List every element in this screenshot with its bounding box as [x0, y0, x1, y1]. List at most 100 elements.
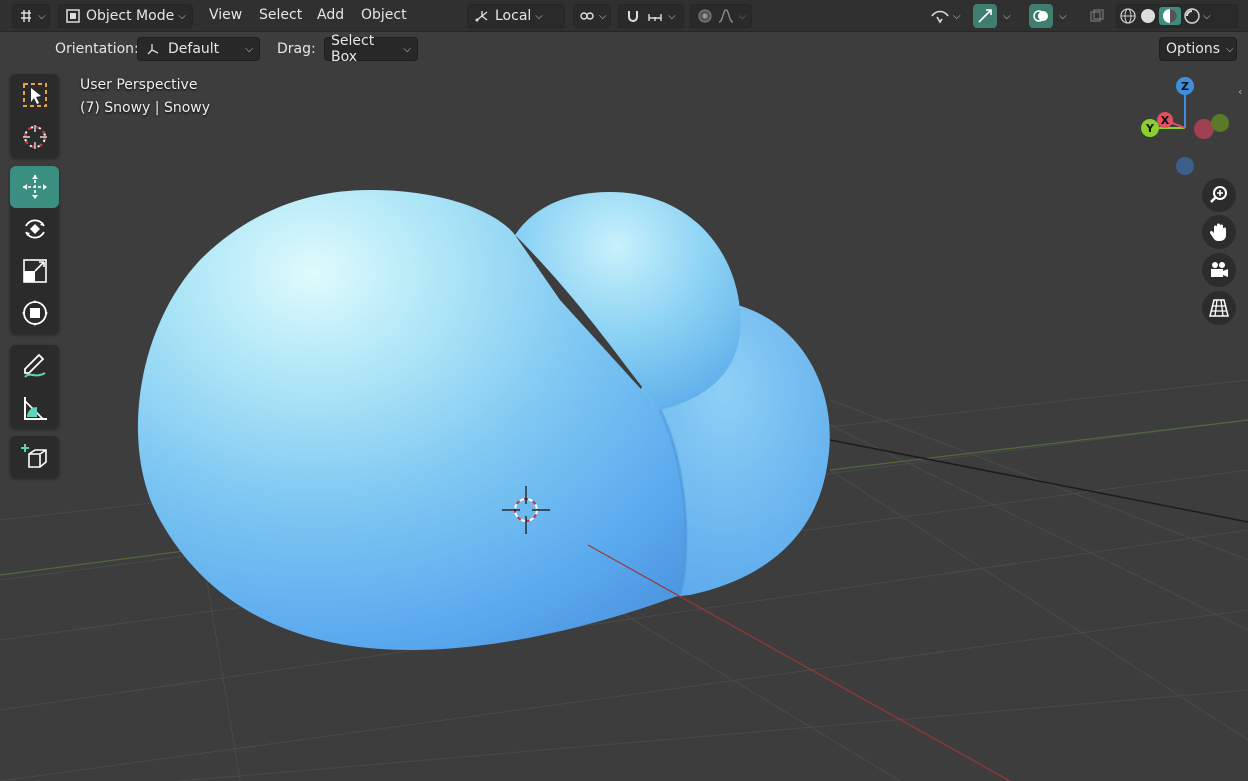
tool-add-cube[interactable]	[10, 436, 59, 478]
magnet-icon[interactable]	[624, 7, 642, 25]
tool-scale[interactable]	[10, 250, 59, 292]
solid-shading-icon[interactable]	[1139, 7, 1157, 25]
transform-icon	[21, 300, 48, 326]
pivot-icon	[579, 7, 595, 25]
toolbox-add-group	[10, 436, 59, 478]
zoom-button[interactable]	[1202, 178, 1236, 212]
chevron-down-icon: ⌵	[599, 10, 607, 22]
toolbox-select-group	[10, 74, 59, 158]
drag-value: Select Box	[331, 33, 375, 65]
transform-orientation-dropdown[interactable]: Local ⌵	[467, 4, 565, 28]
tool-select-box[interactable]	[10, 74, 59, 116]
menu-view[interactable]: View	[209, 7, 242, 23]
shading-mode-group[interactable]: ⌵	[1116, 4, 1238, 28]
orientation-dropdown[interactable]: Default ⌵	[137, 37, 260, 61]
mode-selector[interactable]: Object Mode ⌵	[58, 4, 193, 28]
gizmo-z-label: Z	[1181, 80, 1189, 93]
gizmo-neg-x[interactable]	[1194, 119, 1214, 139]
chevron-down-icon: ⌵	[38, 10, 46, 22]
selectability-visibility-icon	[931, 7, 949, 25]
sidebar-toggle-icon[interactable]: ‹	[1238, 85, 1242, 98]
gizmo-neg-y[interactable]	[1211, 114, 1229, 132]
xray-toggle[interactable]	[1084, 4, 1110, 28]
options-label: Options	[1166, 41, 1221, 57]
viewport-scene[interactable]: Z X Y	[0, 0, 1248, 781]
chevron-down-icon: ⌵	[953, 10, 961, 22]
falloff-curve-icon[interactable]	[717, 7, 734, 25]
grid-dark-line	[829, 439, 1248, 523]
options-dropdown[interactable]: Options ⌵	[1159, 37, 1237, 61]
chevron-down-icon: ⌵	[738, 10, 746, 22]
perspective-toggle-button[interactable]	[1202, 291, 1236, 325]
rendered-shading-icon[interactable]	[1183, 7, 1201, 25]
menu-add[interactable]: Add	[317, 7, 344, 23]
default-orientation-icon	[144, 40, 162, 58]
tool-measure[interactable]	[10, 387, 59, 429]
move-icon	[22, 175, 47, 199]
measure-icon	[23, 397, 47, 420]
annotate-icon	[23, 353, 46, 378]
drag-label: Drag:	[277, 41, 316, 57]
drag-dropdown[interactable]: Select Box ⌵	[324, 33, 418, 65]
3d-viewport[interactable]: Z X Y User Perspective (7) Snowy | Snowy	[0, 0, 1248, 781]
chevron-down-icon: ⌵	[1203, 10, 1211, 22]
chevron-down-icon: ⌵	[1003, 10, 1011, 22]
toolbox-transform-group	[10, 166, 59, 334]
chevron-down-icon: ⌵	[403, 43, 411, 55]
cursor-tool-icon	[22, 125, 47, 149]
snapping-group[interactable]: ⌵	[618, 4, 684, 28]
xray-icon	[1089, 7, 1105, 25]
chevron-down-icon: ⌵	[668, 10, 676, 22]
toolbox-annotate-group	[10, 345, 59, 429]
gizmo-dropdown[interactable]: ⌵	[998, 4, 1020, 28]
overlays-icon	[1033, 7, 1049, 25]
gizmo-icon	[977, 7, 993, 25]
wireframe-shading-icon[interactable]	[1119, 7, 1137, 25]
view-name-label: User Perspective	[80, 77, 198, 93]
gizmo-x-label: X	[1161, 114, 1170, 127]
y-axis-line-right	[829, 419, 1248, 471]
overlays-dropdown[interactable]: ⌵	[1054, 4, 1076, 28]
gizmo-y-label: Y	[1145, 122, 1155, 135]
camera-view-button[interactable]	[1202, 253, 1236, 287]
gizmo-toggle[interactable]	[973, 4, 997, 28]
editor-type-button[interactable]: ⌵	[12, 4, 50, 28]
editor-type-3d-viewport-icon	[18, 7, 34, 25]
gizmo-neg-z[interactable]	[1176, 157, 1194, 175]
cloud-object[interactable]	[137, 190, 830, 650]
chevron-down-icon: ⌵	[178, 10, 186, 22]
orientation-value: Default	[168, 41, 220, 57]
tool-move[interactable]	[10, 166, 59, 208]
chevron-down-icon: ⌵	[1059, 10, 1067, 22]
hand-icon	[1209, 223, 1226, 241]
rotate-icon	[24, 219, 45, 239]
chevron-down-icon: ⌵	[535, 10, 543, 22]
menu-select[interactable]: Select	[259, 7, 302, 23]
pan-button[interactable]	[1202, 215, 1236, 249]
tool-annotate[interactable]	[10, 345, 59, 387]
snap-increment-icon[interactable]	[646, 7, 664, 25]
proportional-edit-icon[interactable]	[696, 7, 713, 25]
visibility-dropdown[interactable]: ⌵	[925, 4, 967, 28]
tool-cursor[interactable]	[10, 116, 59, 158]
overlays-toggle[interactable]	[1029, 4, 1053, 28]
x-axis-line	[587, 544, 1011, 781]
grid-perspective-icon	[1209, 299, 1229, 317]
mode-label: Object Mode	[86, 8, 175, 24]
material-preview-shading-icon[interactable]	[1159, 7, 1181, 25]
collection-object-label: (7) Snowy | Snowy	[80, 100, 211, 116]
zoom-icon	[1210, 186, 1227, 203]
local-orientation-icon	[473, 7, 491, 25]
navigation-gizmo[interactable]: Z X Y	[1141, 77, 1229, 175]
orientation-label: Orientation:	[55, 41, 139, 57]
tool-transform[interactable]	[10, 292, 59, 334]
object-mode-icon	[64, 7, 82, 25]
pivot-point-dropdown[interactable]: ⌵	[573, 4, 611, 28]
viewport-header: ⌵ Object Mode ⌵ View Select Add Object L…	[0, 0, 1248, 32]
menu-object[interactable]: Object	[361, 7, 407, 23]
select-box-icon	[22, 83, 47, 107]
scale-icon	[22, 259, 47, 283]
proportional-editing-group[interactable]: ⌵	[690, 4, 752, 28]
tool-rotate[interactable]	[10, 208, 59, 250]
chevron-down-icon: ⌵	[245, 43, 253, 55]
